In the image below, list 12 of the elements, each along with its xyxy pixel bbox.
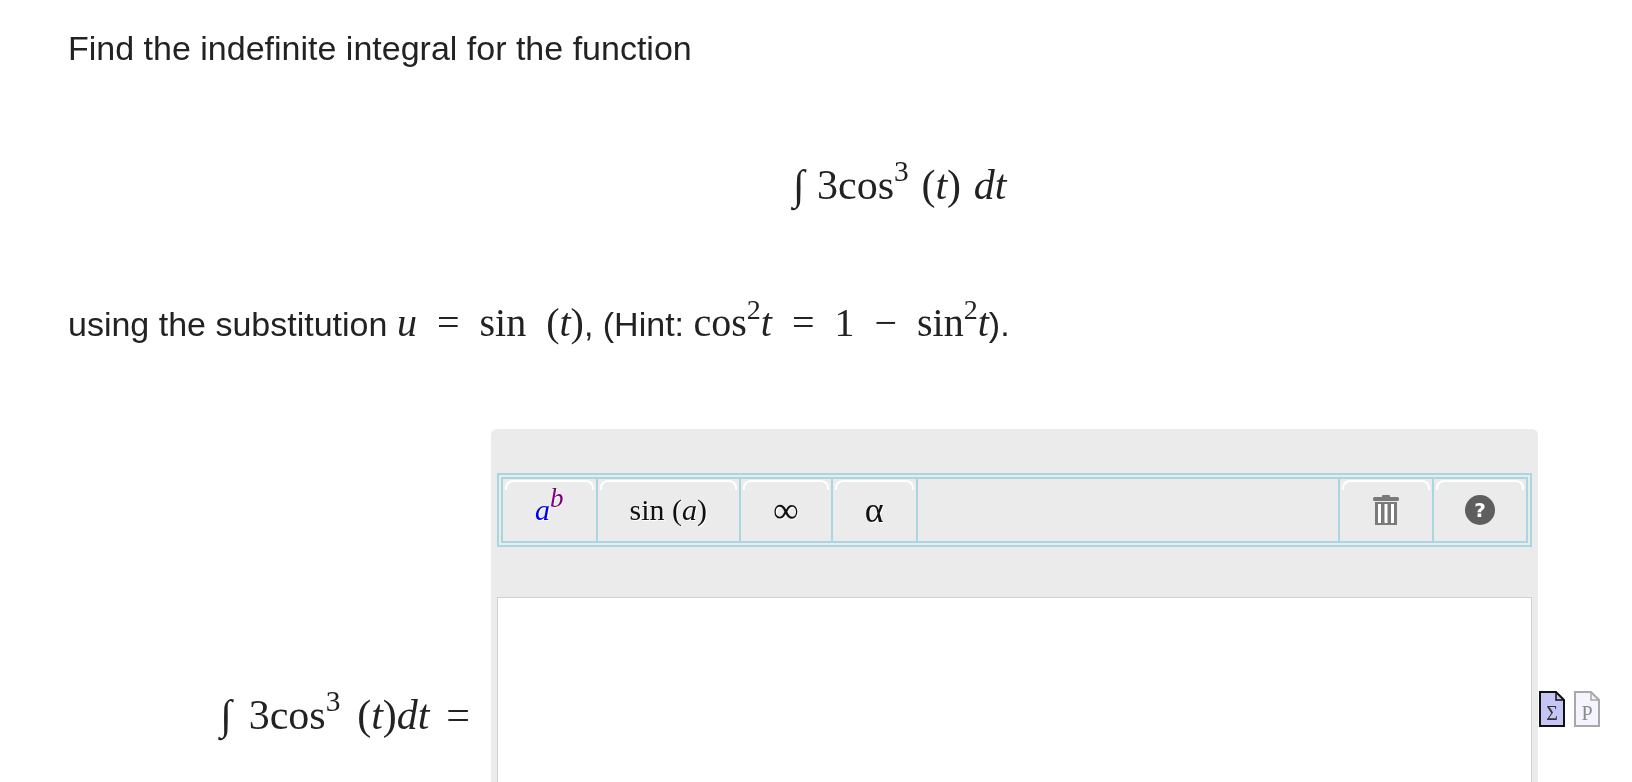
- help-button[interactable]: ?: [1432, 479, 1526, 541]
- document-icon[interactable]: Σ: [1539, 691, 1565, 727]
- delete-button[interactable]: [1338, 479, 1432, 541]
- trash-icon: [1373, 495, 1399, 525]
- question-text: Find the indefinite integral for the function: [68, 28, 692, 68]
- function-button[interactable]: sin (a): [597, 479, 741, 541]
- help-icon: ?: [1465, 495, 1495, 525]
- power-button[interactable]: a$^{b}$: [503, 479, 598, 541]
- hint-text: using the substitution u = sin (t), (Hint: cos$^{2}$t = 1 − sin$^{2}$t).: [68, 298, 1010, 347]
- integral-formula: ∫ 3cos$^{3}$ (t) dt: [793, 160, 1007, 210]
- symbol-button[interactable]: α: [832, 479, 918, 541]
- symbol-button[interactable]: ∞: [741, 479, 833, 541]
